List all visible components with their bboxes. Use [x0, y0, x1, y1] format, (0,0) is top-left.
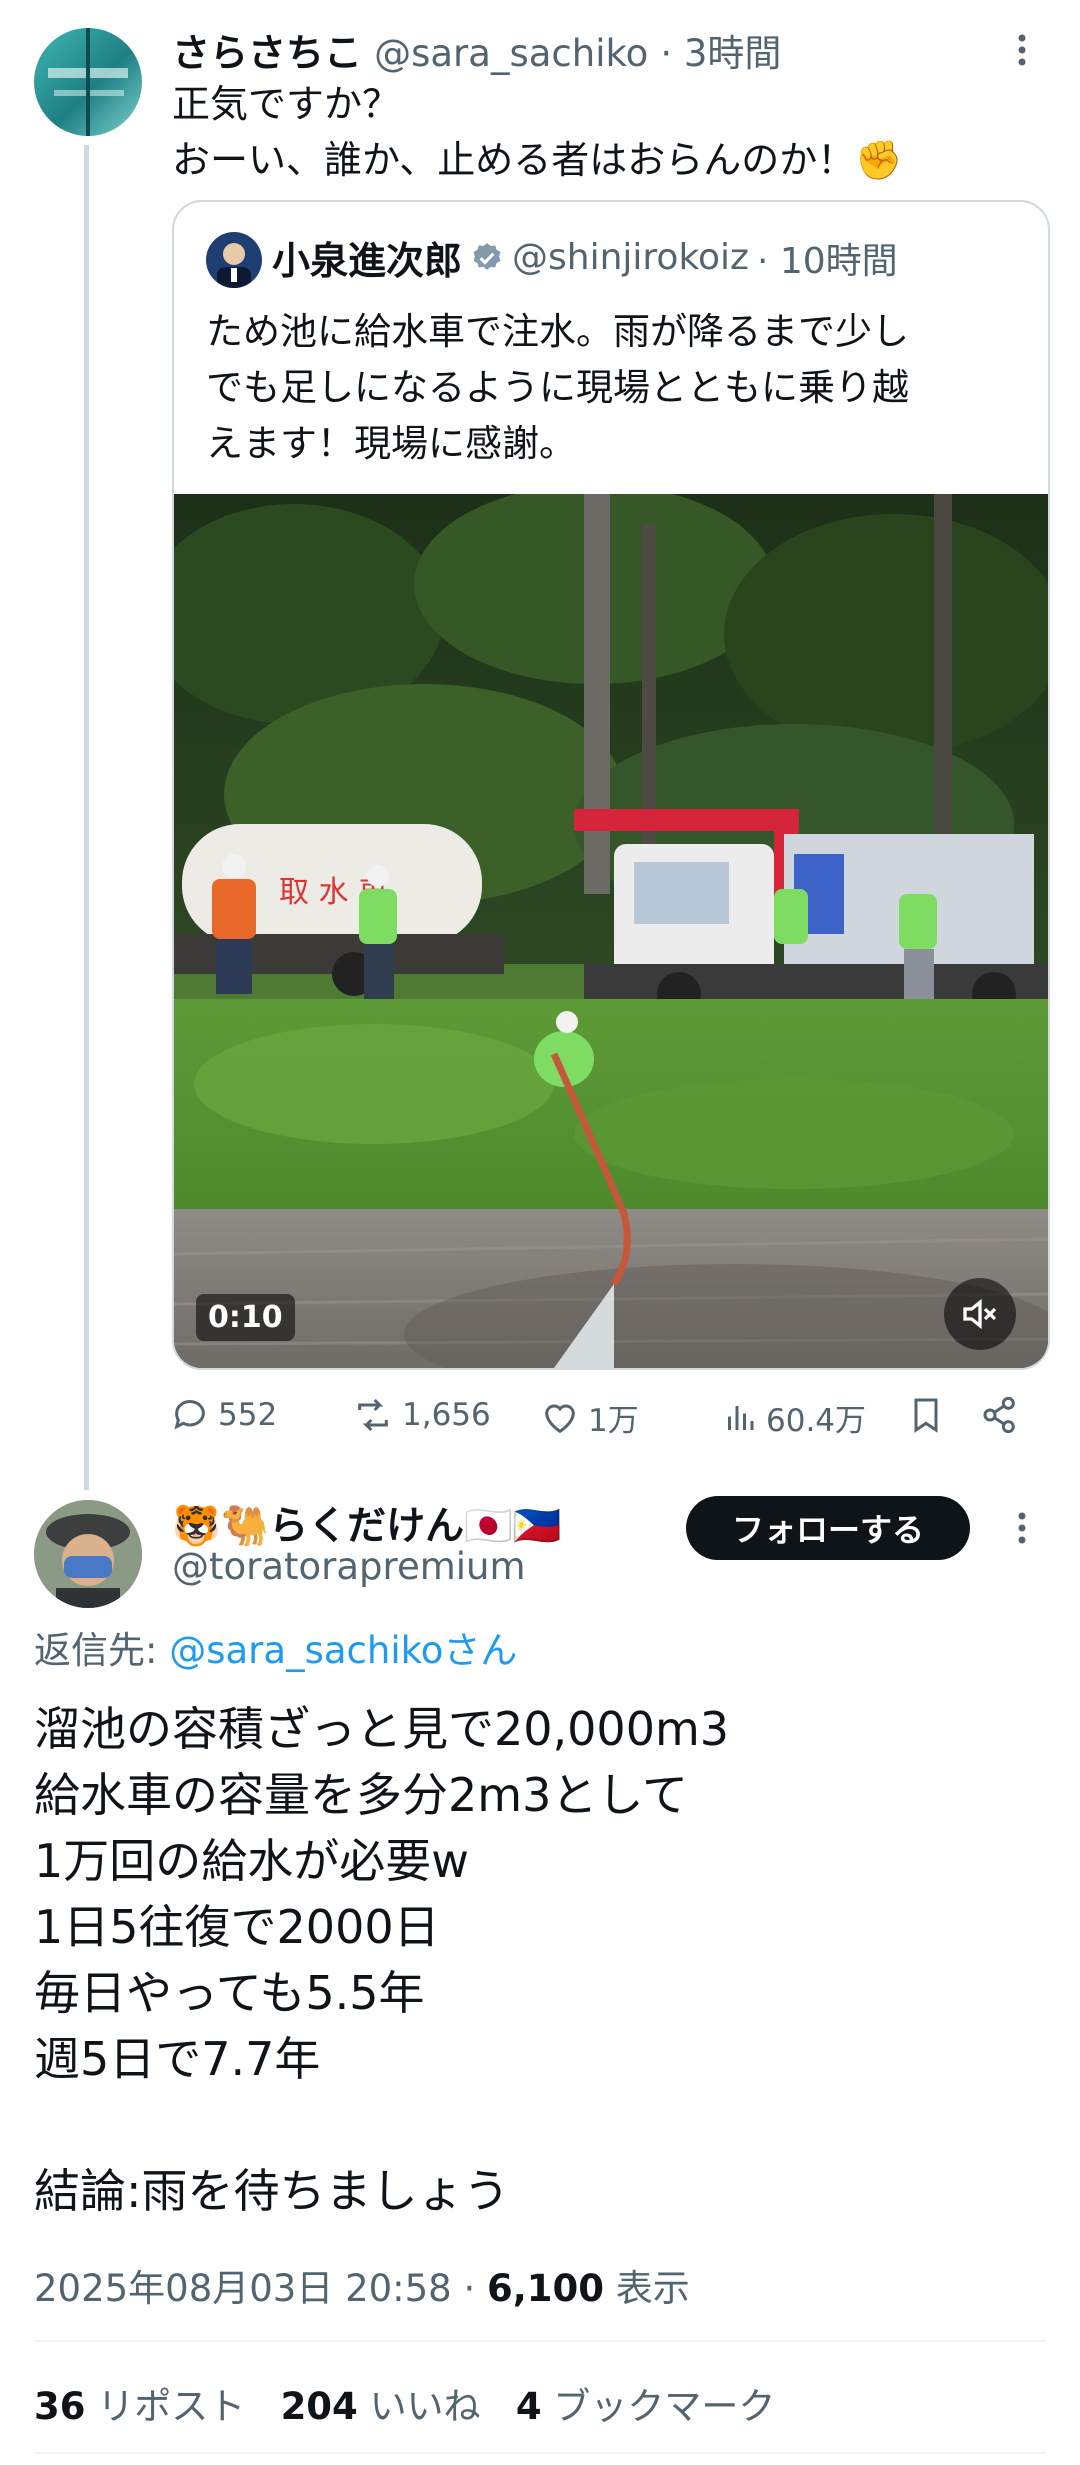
bookmarks-count: 4	[515, 2385, 542, 2428]
tweet-meta: 2025年08月03日 20:58 · 6,100 表示	[34, 2258, 690, 2312]
mute-button[interactable]	[944, 1278, 1016, 1350]
replying-to-prefix: 返信先:	[34, 1629, 170, 1672]
bookmark-button[interactable]	[906, 1395, 946, 1439]
parent-text-line: 正気ですか？	[172, 82, 401, 126]
parent-text-line: おーい、誰か、止める者はおらんのか！✊	[172, 138, 903, 182]
share-button[interactable]	[980, 1395, 1020, 1439]
video-duration: 0:10	[196, 1294, 295, 1341]
avatar-image-icon	[48, 28, 128, 136]
parent-time[interactable]: · 3時間	[660, 32, 781, 75]
parent-display-name[interactable]: さらさちこ	[172, 31, 362, 75]
replying-to-link[interactable]: @sara_sachikoさん	[169, 1629, 517, 1672]
reply-button[interactable]: 552	[170, 1395, 277, 1435]
video-player[interactable]: 取 水 車 0:10	[174, 494, 1048, 1368]
divider	[34, 2452, 1046, 2454]
quoted-header: 小泉進次郎 @shinjirokoiz · 10時間	[272, 230, 898, 285]
view-count: 60.4万	[766, 1403, 867, 1439]
quoted-tweet[interactable]: 小泉進次郎 @shinjirokoiz · 10時間 ため池に給水車で注水。雨が…	[172, 200, 1050, 1370]
quoted-text: ため池に給水車で注水。雨が降るまで少し でも足しになるように現場とともに乗り越 …	[206, 304, 909, 472]
reposts-count: 36	[34, 2385, 86, 2428]
parent-text: 正気ですか？ おーい、誰か、止める者はおらんのか！✊	[172, 76, 903, 188]
quoted-time: · 10時間	[756, 240, 898, 282]
reply-body-line: 結論:雨を待ちましょう	[34, 2164, 510, 2218]
divider	[34, 2340, 1046, 2342]
repost-icon	[358, 1398, 388, 1432]
reply-body-line: 1日5往復で2000日	[34, 1900, 440, 1954]
bookmarks-label: ブックマーク	[553, 2385, 776, 2428]
replying-to: 返信先: @sara_sachikoさん	[34, 1620, 517, 1674]
parent-avatar[interactable]	[34, 28, 142, 136]
tweet-view-count: 6,100	[487, 2267, 605, 2310]
tweet-view-label: 表示	[604, 2267, 690, 2310]
reply-body-line: 給水車の容量を多分2m3として	[34, 1768, 688, 1822]
like-button[interactable]: 1万	[540, 1395, 639, 1440]
reply-body-line: 溜池の容積ざっと見で20,000m3	[34, 1702, 730, 1756]
parent-header: さらさちこ @sara_sachiko · 3時間	[172, 22, 781, 77]
verified-badge-icon	[473, 242, 501, 270]
quoted-text-line: ため池に給水車で注水。雨が降るまで少し	[206, 310, 909, 353]
quoted-avatar	[206, 232, 262, 288]
quoted-display-name: 小泉進次郎	[272, 239, 463, 283]
views-button[interactable]: 60.4万	[722, 1395, 866, 1440]
quoted-text-line: えます！現場に感謝。	[206, 422, 576, 465]
reply-body-line: 毎日やっても5.5年	[34, 1966, 425, 2020]
heart-icon	[545, 1404, 575, 1433]
reply-more-icon[interactable]	[1012, 1508, 1032, 1548]
video-frame: 取 水 車	[174, 494, 1048, 1368]
likes-stat[interactable]: 204 いいね	[281, 2385, 481, 2428]
reply-body-line: 1万回の給水が必要w	[34, 1834, 469, 1888]
person-avatar-icon	[217, 243, 251, 288]
thread-line	[84, 145, 89, 1490]
reply-display-name[interactable]: 🐯🐫らくだけん🇯🇵🇵🇭	[172, 1495, 561, 1551]
reply-avatar[interactable]	[34, 1500, 142, 1608]
bookmark-icon	[914, 1398, 938, 1433]
tweet-timestamp[interactable]: 2025年08月03日 20:58 ·	[34, 2267, 487, 2310]
likes-count: 204	[280, 2385, 358, 2428]
analytics-icon	[728, 1405, 754, 1430]
more-icon[interactable]	[1012, 30, 1032, 70]
engagement-stats: 36 リポスト 204 いいね 4 ブックマーク	[34, 2376, 775, 2430]
repost-button[interactable]: 1,656	[352, 1395, 491, 1435]
like-count: 1万	[588, 1403, 639, 1439]
reply-count: 552	[218, 1397, 278, 1433]
reposts-stat[interactable]: 36 リポスト	[34, 2385, 245, 2428]
reply-handle[interactable]: @toratorapremium	[172, 1545, 526, 1588]
share-icon	[983, 1396, 1015, 1434]
follow-button[interactable]: フォローする	[686, 1496, 970, 1560]
quoted-text-line: でも足しになるように現場とともに乗り越	[206, 366, 909, 409]
reposts-label: リポスト	[97, 2385, 246, 2428]
repost-count: 1,656	[402, 1397, 491, 1433]
muted-speaker-icon	[963, 1298, 997, 1330]
reply-body-line: 週5日で7.7年	[34, 2032, 321, 2086]
person-with-hat-icon	[34, 1500, 142, 1608]
bookmarks-stat[interactable]: 4 ブックマーク	[516, 2385, 776, 2428]
likes-label: いいね	[369, 2385, 481, 2428]
reply-icon	[174, 1400, 205, 1430]
reply-body: 溜池の容積ざっと見で20,000m3 給水車の容量を多分2m3として 1万回の給…	[34, 1696, 729, 2224]
quoted-handle: @shinjirokoiz	[512, 237, 749, 278]
parent-handle[interactable]: @sara_sachiko	[374, 32, 648, 75]
